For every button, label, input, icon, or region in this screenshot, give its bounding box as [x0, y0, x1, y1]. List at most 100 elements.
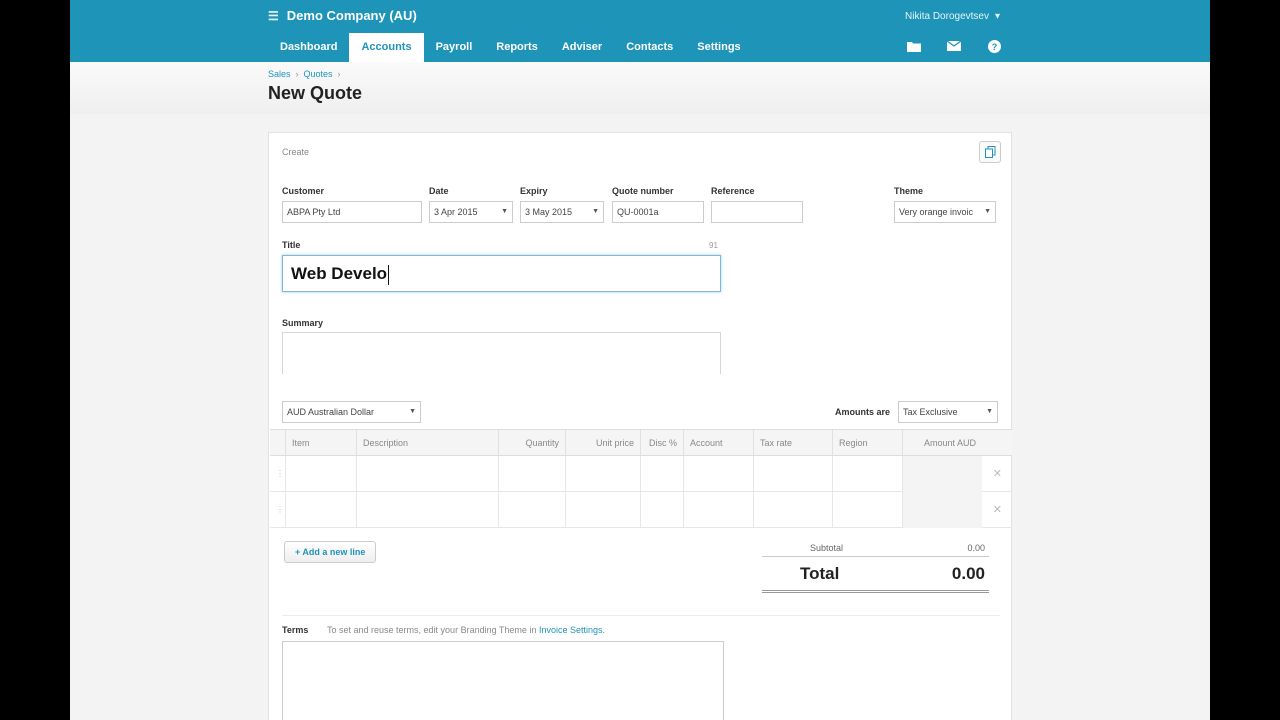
summary-textarea[interactable]: [282, 332, 721, 374]
svg-text:?: ?: [991, 42, 997, 52]
col-description: Description: [356, 430, 498, 456]
invoice-settings-link[interactable]: Invoice Settings.: [539, 625, 605, 635]
app-window: ☰ Demo Company (AU) Nikita Dorogevtsev ▾…: [70, 0, 1210, 720]
expiry-picker[interactable]: 3 May 2015 ▼: [520, 201, 604, 223]
col-tax-rate: Tax rate: [753, 430, 832, 456]
subtotal-row: Subtotal 0.00: [762, 543, 989, 557]
date-picker[interactable]: 3 Apr 2015 ▼: [429, 201, 513, 223]
title-input[interactable]: Web Develo: [282, 255, 721, 292]
col-unit-price: Unit price: [565, 430, 640, 456]
cell-account[interactable]: [683, 492, 753, 528]
subtotal-label: Subtotal: [810, 543, 844, 553]
cell-tax-rate[interactable]: [753, 492, 832, 528]
customer-input[interactable]: ABPA Pty Ltd: [282, 201, 422, 223]
terms-help-text: To set and reuse terms, edit your Brandi…: [327, 625, 605, 635]
amounts-are-label: Amounts are: [835, 407, 891, 417]
help-icon[interactable]: ?: [986, 39, 1002, 53]
currency-select[interactable]: AUD Australian Dollar ▼: [282, 401, 421, 423]
section-divider: [282, 615, 1000, 616]
chevron-down-icon: ▼: [501, 208, 508, 215]
breadcrumb-sales[interactable]: Sales: [268, 69, 291, 79]
title-value: Web Develo: [291, 264, 388, 283]
chevron-down-icon: ▼: [986, 408, 993, 415]
quote-form-card: Create Customer ABPA Pty Ltd Date 3 Apr …: [268, 132, 1012, 720]
title-label: Title: [282, 240, 301, 250]
subtotal-value: 0.00: [967, 543, 985, 553]
cell-item[interactable]: [285, 492, 356, 528]
table-row: ⋮ ✕: [270, 456, 1012, 492]
cell-unit-price[interactable]: [565, 492, 640, 528]
drag-handle-icon[interactable]: ⋮: [276, 469, 284, 478]
cell-description[interactable]: [356, 492, 498, 528]
breadcrumb-quotes[interactable]: Quotes: [304, 69, 333, 79]
expiry-label: Expiry: [520, 186, 548, 196]
main-nav: Dashboard Accounts Payroll Reports Advis…: [268, 33, 753, 62]
date-label: Date: [429, 186, 449, 196]
cell-region[interactable]: [832, 492, 902, 528]
nav-reports[interactable]: Reports: [484, 33, 550, 62]
theme-value: Very orange invoic: [899, 207, 974, 217]
col-disc: Disc %: [640, 430, 683, 456]
org-name: Demo Company (AU): [286, 8, 417, 23]
close-icon[interactable]: ✕: [993, 467, 1002, 480]
copy-button[interactable]: [979, 141, 1001, 163]
drag-handle-icon[interactable]: ⋮: [276, 505, 284, 514]
col-quantity: Quantity: [498, 430, 565, 456]
nav-dashboard[interactable]: Dashboard: [268, 33, 349, 62]
cell-amount: [902, 492, 982, 528]
nav-adviser[interactable]: Adviser: [550, 33, 614, 62]
col-account: Account: [683, 430, 753, 456]
cell-account[interactable]: [683, 456, 753, 492]
table-header: Item Description Quantity Unit price Dis…: [270, 430, 1012, 456]
status-label: Create: [282, 147, 310, 157]
col-region: Region: [832, 430, 902, 456]
nav-payroll[interactable]: Payroll: [424, 33, 485, 62]
nav-contacts[interactable]: Contacts: [614, 33, 685, 62]
total-value: 0.00: [951, 564, 985, 583]
cell-unit-price[interactable]: [565, 456, 640, 492]
cell-region[interactable]: [832, 456, 902, 492]
cell-quantity[interactable]: [498, 456, 565, 492]
terms-help: To set and reuse terms, edit your Brandi…: [327, 625, 537, 635]
title-char-counter: 91: [709, 241, 718, 250]
reference-input[interactable]: [711, 201, 803, 223]
close-icon[interactable]: ✕: [993, 503, 1002, 516]
nav-settings[interactable]: Settings: [685, 33, 752, 62]
reference-label: Reference: [711, 186, 755, 196]
terms-textarea[interactable]: [282, 641, 724, 720]
page-title: New Quote: [268, 83, 363, 103]
quote-number-input[interactable]: QU-0001a: [612, 201, 704, 223]
chevron-down-icon: ▼: [409, 408, 416, 415]
text-cursor: [388, 264, 390, 285]
col-amount: Amount AUD: [902, 430, 982, 456]
customer-value: ABPA Pty Ltd: [287, 207, 341, 217]
theme-select[interactable]: Very orange invoic ▼: [894, 201, 996, 223]
cell-tax-rate[interactable]: [753, 456, 832, 492]
add-new-line-button[interactable]: + Add a new line: [284, 541, 377, 563]
cell-description[interactable]: [356, 456, 498, 492]
theme-label: Theme: [894, 186, 924, 196]
cell-quantity[interactable]: [498, 492, 565, 528]
cell-disc[interactable]: [640, 456, 683, 492]
col-item: Item: [285, 430, 356, 456]
quote-number-value: QU-0001a: [617, 207, 659, 217]
user-menu[interactable]: Nikita Dorogevtsev ▾: [905, 11, 1000, 22]
folder-icon[interactable]: [906, 39, 922, 53]
customer-label: Customer: [282, 186, 325, 196]
cell-disc[interactable]: [640, 492, 683, 528]
line-items-table: Item Description Quantity Unit price Dis…: [270, 429, 1012, 529]
total-label: Total: [800, 564, 840, 583]
total-row: Total 0.00: [762, 561, 989, 593]
mail-icon[interactable]: [946, 39, 962, 53]
amounts-are-select[interactable]: Tax Exclusive ▼: [898, 401, 998, 423]
title-area: Sales › Quotes › New Quote: [70, 62, 1210, 114]
cell-amount: [902, 456, 982, 492]
cell-item[interactable]: [285, 456, 356, 492]
user-name: Nikita Dorogevtsev: [905, 11, 989, 22]
top-bar: ☰ Demo Company (AU) Nikita Dorogevtsev ▾…: [70, 0, 1210, 62]
amounts-are-value: Tax Exclusive: [903, 407, 958, 417]
terms-label: Terms: [282, 625, 309, 635]
nav-accounts[interactable]: Accounts: [349, 33, 424, 62]
org-switcher[interactable]: ☰ Demo Company (AU): [268, 8, 417, 23]
list-icon: ☰: [268, 8, 279, 23]
